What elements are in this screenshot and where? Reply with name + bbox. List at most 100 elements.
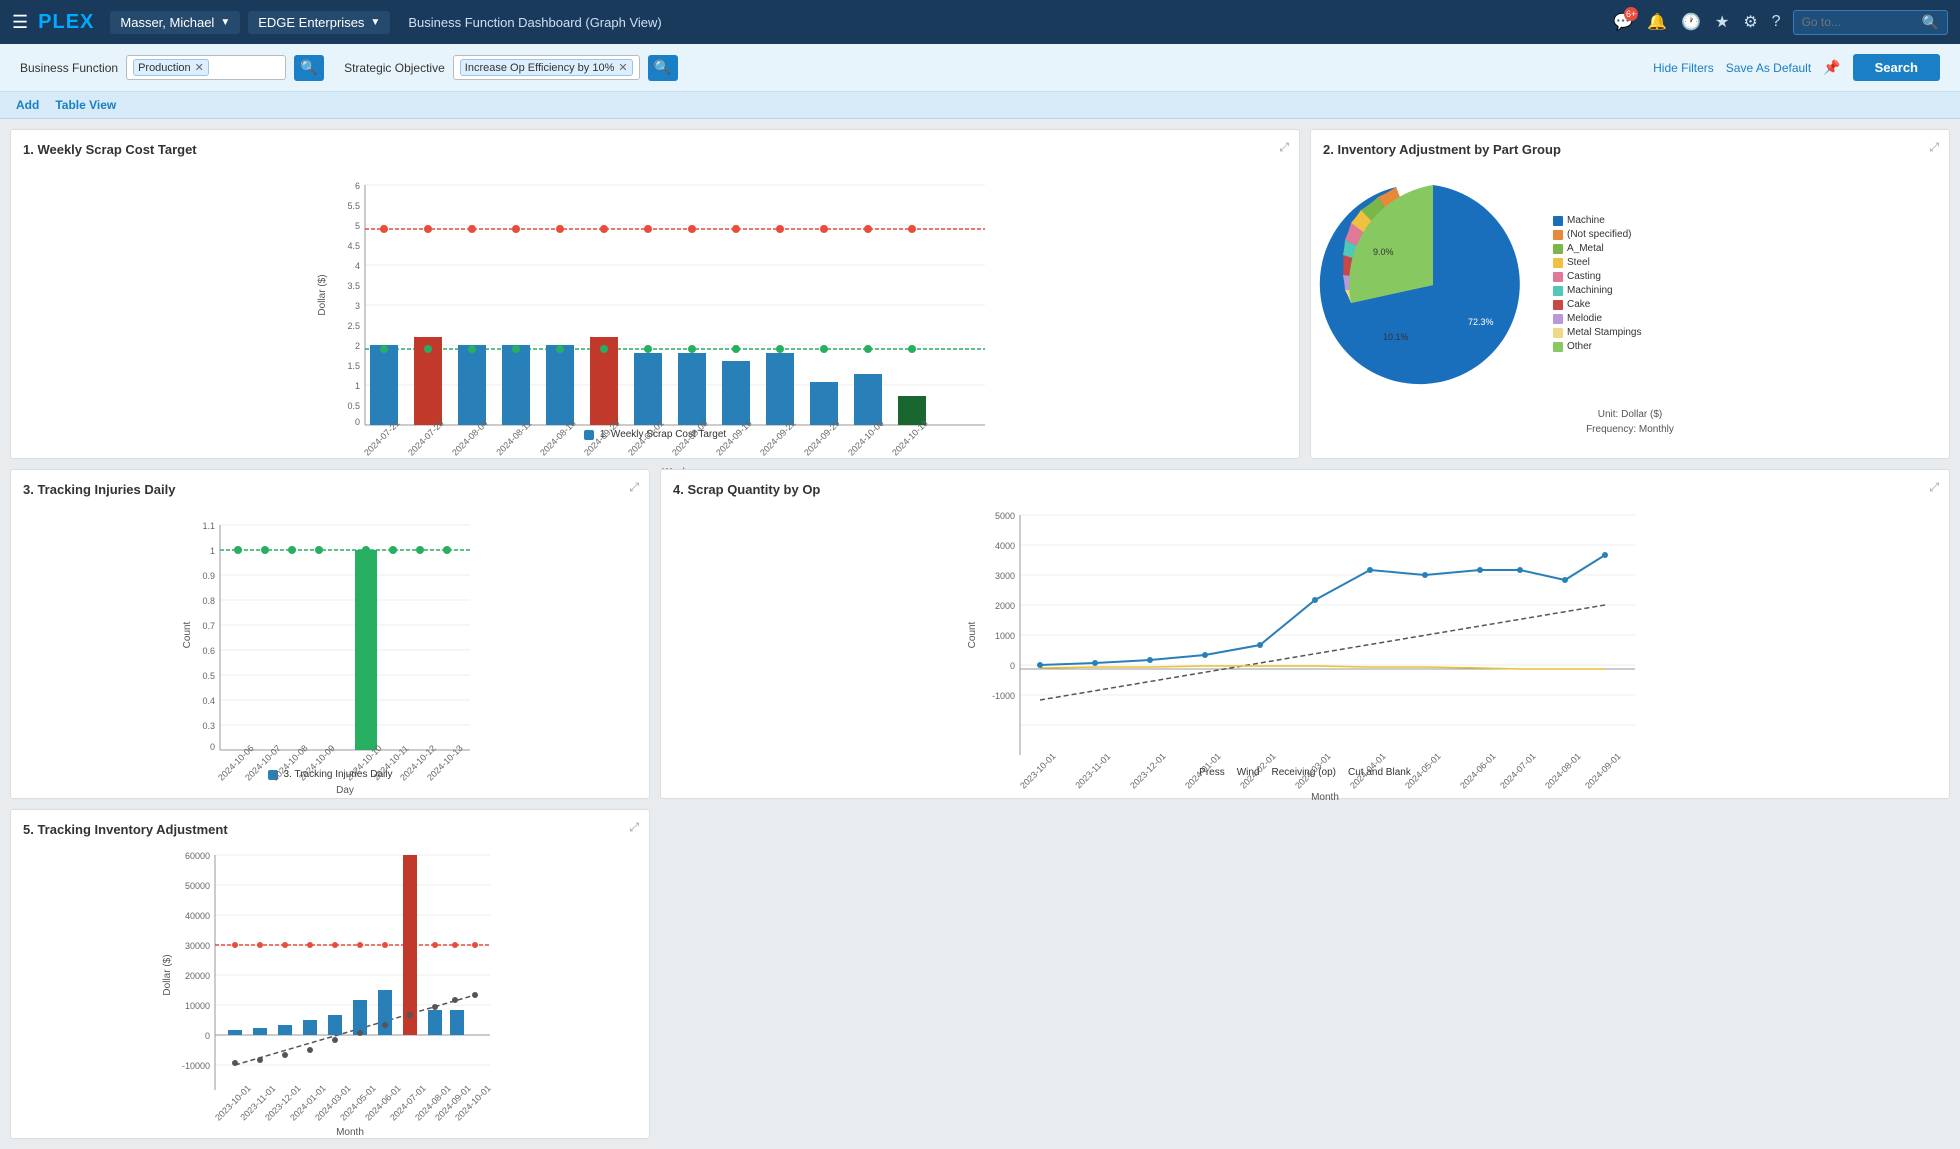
dot-g12 xyxy=(864,345,872,353)
legend-other: Other xyxy=(1553,341,1641,352)
rdot4 xyxy=(307,942,313,948)
inj-dot3 xyxy=(288,546,296,554)
dot-g5 xyxy=(556,345,564,353)
hamburger-menu[interactable]: ☰ xyxy=(12,12,28,33)
svg-text:Dollar ($): Dollar ($) xyxy=(162,954,173,995)
svg-text:50000: 50000 xyxy=(185,881,210,891)
dot-r2 xyxy=(424,225,432,233)
dot-g11 xyxy=(820,345,828,353)
save-as-default-link[interactable]: Save As Default xyxy=(1726,61,1811,75)
svg-text:2.5: 2.5 xyxy=(347,321,360,331)
legend-dot-metalstamp xyxy=(1553,328,1563,338)
clock-icon[interactable]: 🕐 xyxy=(1681,12,1701,32)
bdot9 xyxy=(432,1004,438,1010)
dot-b9 xyxy=(1477,567,1483,573)
chart-5-svg: Dollar ($) 60000 50000 40000 30000 20000… xyxy=(23,845,637,1105)
chart-5-title: 5. Tracking Inventory Adjustment xyxy=(23,822,637,837)
chart-4-card: 4. Scrap Quantity by Op ⤢ Count 5000 400… xyxy=(660,469,1950,799)
svg-text:Month: Month xyxy=(1311,792,1339,803)
svg-text:4.5: 4.5 xyxy=(347,241,360,251)
svg-text:1000: 1000 xyxy=(995,631,1015,641)
svg-text:Count: Count xyxy=(967,621,978,648)
hide-filters-link[interactable]: Hide Filters xyxy=(1653,61,1714,75)
nav-search-input[interactable] xyxy=(1802,15,1922,29)
dot-g7 xyxy=(644,345,652,353)
dot-b4 xyxy=(1202,652,1208,658)
add-link[interactable]: Add xyxy=(16,98,39,112)
user-menu[interactable]: Masser, Michael ▼ xyxy=(110,11,240,34)
legend-steel: Steel xyxy=(1553,257,1641,268)
dot-r4 xyxy=(512,225,520,233)
svg-text:5.5: 5.5 xyxy=(347,201,360,211)
dot-g13 xyxy=(908,345,916,353)
dot-r1 xyxy=(380,225,388,233)
strategic-objective-remove-icon[interactable]: ✕ xyxy=(618,61,627,74)
svg-text:5: 5 xyxy=(355,221,360,231)
dot-b11 xyxy=(1562,577,1568,583)
rdot1 xyxy=(232,942,238,948)
dot-b1 xyxy=(1037,662,1043,668)
filter-bar: Business Function Production ✕ 🔍 Strateg… xyxy=(0,44,1960,92)
legend-machine: Machine xyxy=(1553,215,1641,226)
svg-text:0: 0 xyxy=(355,417,360,427)
dot-g10 xyxy=(776,345,784,353)
legend-dot-casting xyxy=(1553,272,1563,282)
svg-text:10000: 10000 xyxy=(185,1001,210,1011)
dot-r6 xyxy=(600,225,608,233)
rdot10 xyxy=(452,942,458,948)
svg-text:3.5: 3.5 xyxy=(347,281,360,291)
legend-melodie: Melodie xyxy=(1553,313,1641,324)
chart-3-area: Count 1.1 1 0.9 0.8 0.7 0.6 0.5 0.4 xyxy=(23,505,637,765)
chart-1-legend-label: 1. Weekly Scrap Cost Target xyxy=(600,429,726,440)
strategic-objective-filter: Strategic Objective Increase Op Efficien… xyxy=(344,55,678,81)
gear-icon[interactable]: ⚙ xyxy=(1743,12,1757,32)
chart-1-expand-icon[interactable]: ⤢ xyxy=(1279,140,1289,155)
business-function-remove-icon[interactable]: ✕ xyxy=(195,61,204,74)
dot-b10 xyxy=(1517,567,1523,573)
chart-5-expand-icon[interactable]: ⤢ xyxy=(629,820,639,835)
filter-bar-right: Hide Filters Save As Default 📌 Search xyxy=(1653,54,1940,81)
legend-dot-ametal xyxy=(1553,244,1563,254)
c5bar7 xyxy=(378,990,392,1035)
dashboard: 1. Weekly Scrap Cost Target ⤢ Dollar ($)… xyxy=(0,119,1960,1149)
dot-b12 xyxy=(1602,552,1608,558)
company-arrow-icon: ▼ xyxy=(370,17,380,28)
table-view-link[interactable]: Table View xyxy=(55,98,116,112)
business-function-input[interactable]: Production ✕ xyxy=(126,55,286,80)
inj-dot1 xyxy=(234,546,242,554)
c5bar2 xyxy=(253,1028,267,1035)
chart-2-frequency: Frequency: Monthly xyxy=(1323,424,1937,435)
svg-text:1.5: 1.5 xyxy=(347,361,360,371)
nav-search-icon[interactable]: 🔍 xyxy=(1922,14,1939,31)
strategic-objective-tag: Increase Op Efficiency by 10% ✕ xyxy=(460,59,633,76)
chart-3-expand-icon[interactable]: ⤢ xyxy=(629,480,639,495)
dot-r8 xyxy=(688,225,696,233)
help-icon[interactable]: ? xyxy=(1772,13,1781,31)
company-menu[interactable]: EDGE Enterprises ▼ xyxy=(248,11,390,34)
bell-icon[interactable]: 🔔 xyxy=(1647,12,1667,32)
chart-4-area: Count 5000 4000 3000 2000 1000 0 -1000 xyxy=(673,505,1937,765)
strategic-objective-search-button[interactable]: 🔍 xyxy=(648,55,678,81)
legend-dot-cake xyxy=(1553,300,1563,310)
pin-icon[interactable]: 📌 xyxy=(1823,59,1840,76)
chart-4-title: 4. Scrap Quantity by Op xyxy=(673,482,1937,497)
chart-4-expand-icon[interactable]: ⤢ xyxy=(1929,480,1939,495)
star-icon[interactable]: ★ xyxy=(1715,12,1729,32)
dot-g6 xyxy=(600,345,608,353)
top-navigation: ☰ PLEX Masser, Michael ▼ EDGE Enterprise… xyxy=(0,0,1960,44)
c5bar4 xyxy=(303,1020,317,1035)
svg-text:40000: 40000 xyxy=(185,911,210,921)
legend-dot-melodie xyxy=(1553,314,1563,324)
bdot5 xyxy=(332,1037,338,1043)
search-button[interactable]: Search xyxy=(1853,54,1940,81)
chat-icon[interactable]: 💬6+ xyxy=(1613,12,1633,32)
svg-text:0.5: 0.5 xyxy=(347,401,360,411)
dot-g8 xyxy=(688,345,696,353)
chart-2-area: 72.3% 10.1% 9.0% Machine (Not specified)… xyxy=(1323,165,1937,405)
business-function-search-button[interactable]: 🔍 xyxy=(294,55,324,81)
bar-3 xyxy=(458,345,486,425)
legend-cake: Cake xyxy=(1553,299,1641,310)
strategic-objective-input[interactable]: Increase Op Efficiency by 10% ✕ xyxy=(453,55,640,80)
legend-casting: Casting xyxy=(1553,271,1641,282)
chart-2-expand-icon[interactable]: ⤢ xyxy=(1929,140,1939,155)
